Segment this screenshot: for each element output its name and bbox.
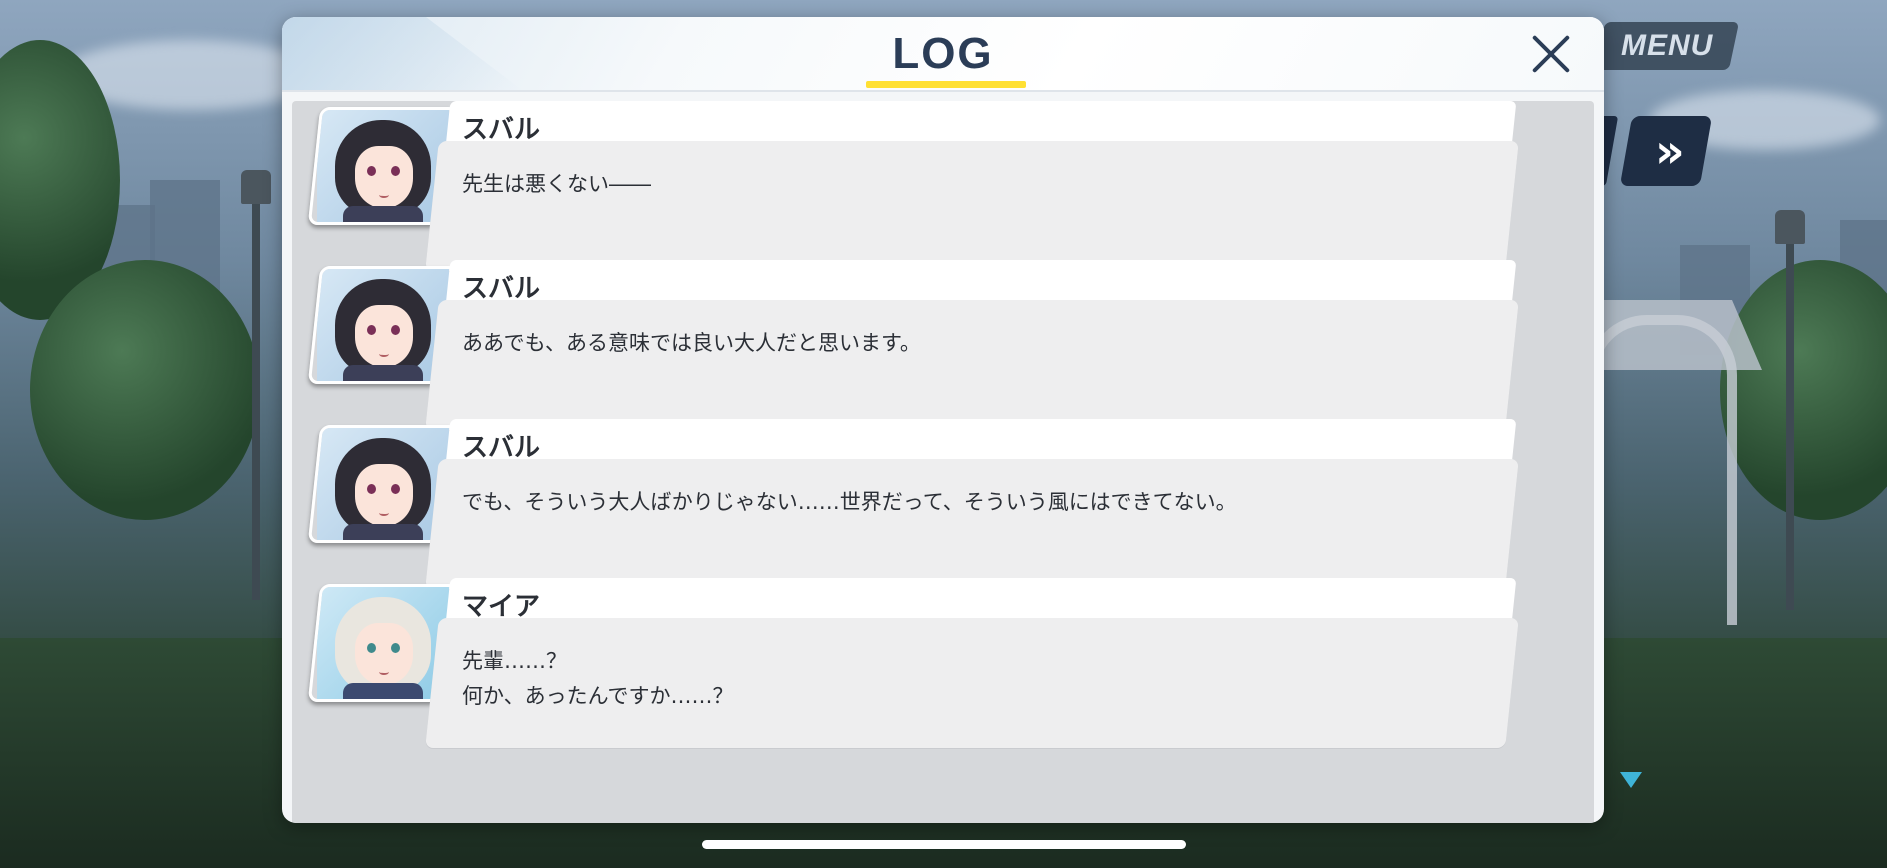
log-panel: LOG スバル 先生は悪くない―― スバル ああでも、ある意味では良い大人だと思…: [282, 17, 1604, 823]
dialogue-bubble: [425, 300, 1519, 430]
title-underline: [866, 81, 1026, 88]
dialogue-text: ああでも、ある意味では良い大人だと思います。: [462, 331, 921, 355]
menu-button-label: MENU: [1620, 29, 1714, 62]
dialogue-bubble: [425, 141, 1519, 271]
dialogue-text: でも、そういう大人ばかりじゃない……世界だって、そういう風にはできてない。: [462, 490, 1237, 514]
home-indicator[interactable]: [702, 840, 1186, 849]
log-entry: マイア 先輩……？ 何か、あったんですか……？: [292, 578, 1594, 758]
log-entry: スバル 先生は悪くない――: [292, 101, 1594, 281]
dialogue-bubble: [425, 459, 1519, 589]
log-entry: スバル ああでも、ある意味では良い大人だと思います。: [292, 260, 1594, 440]
log-list[interactable]: スバル 先生は悪くない―― スバル ああでも、ある意味では良い大人だと思います。: [292, 101, 1594, 823]
menu-button[interactable]: MENU: [1594, 22, 1740, 70]
page-title: LOG: [892, 29, 994, 78]
fast-forward-icon: »: [1655, 124, 1677, 178]
next-indicator-icon: [1620, 772, 1642, 788]
log-panel-header: LOG: [282, 17, 1604, 92]
dialogue-text: 先輩……？ 何か、あったんですか……？: [462, 649, 734, 708]
log-entry: スバル でも、そういう大人ばかりじゃない……世界だって、そういう風にはできてない…: [292, 419, 1594, 599]
fast-forward-button[interactable]: »: [1619, 116, 1713, 186]
dialogue-text: 先生は悪くない――: [462, 172, 651, 196]
close-button[interactable]: [1528, 31, 1574, 77]
